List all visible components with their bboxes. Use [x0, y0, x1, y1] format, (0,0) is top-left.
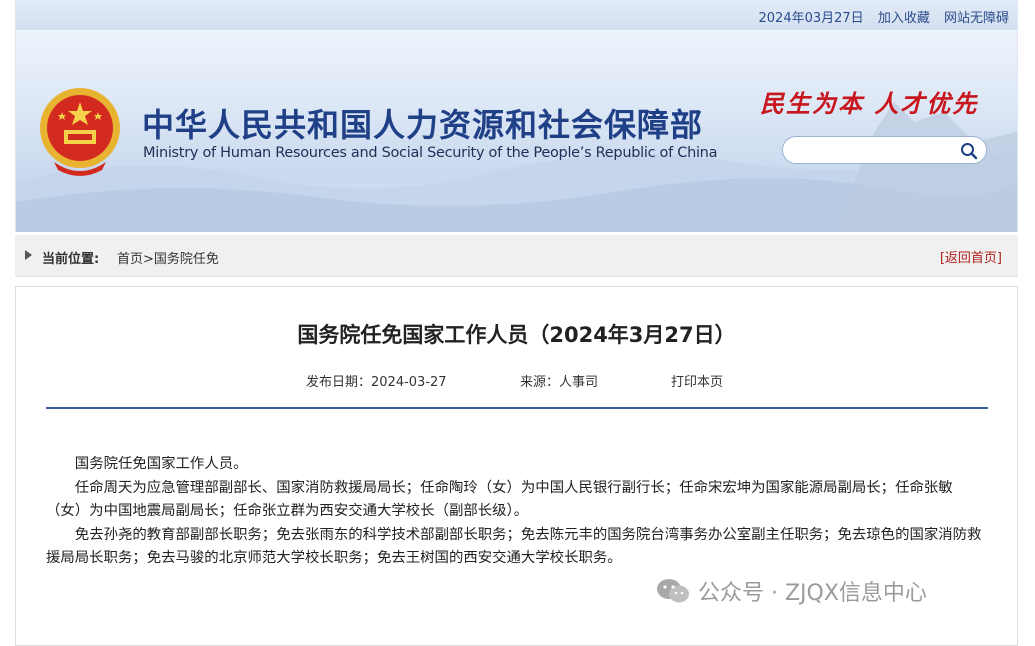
breadcrumb: 当前位置: 首页>国务院任免 [返回首页] — [15, 235, 1018, 277]
wechat-icon — [657, 579, 689, 603]
breadcrumb-home-link[interactable]: 首页 — [117, 252, 143, 267]
watermark: 公众号 · ZJQX信息中心 — [656, 575, 927, 607]
site-header-banner: 2024年03月27日 加入收藏 网站无障碍 中华人民共和国人力资源和社会保障部… — [15, 0, 1018, 232]
search-box — [782, 136, 987, 164]
top-bar: 2024年03月27日 加入收藏 网站无障碍 — [16, 0, 1017, 30]
search-icon[interactable] — [960, 142, 978, 160]
article-source: 来源：人事司 — [520, 375, 599, 390]
article-body: 国务院任免国家工作人员。 任命周天为应急管理部副部长、国家消防救援局局长；任命陶… — [46, 453, 986, 571]
print-page-link[interactable]: 打印本页 — [671, 371, 723, 390]
add-favorite-link[interactable]: 加入收藏 — [878, 11, 930, 26]
breadcrumb-separator: > — [143, 252, 154, 267]
title-divider — [46, 407, 988, 409]
back-home-link[interactable]: [返回首页] — [940, 247, 1002, 266]
site-title-en: Ministry of Human Resources and Social S… — [143, 145, 718, 161]
national-emblem-icon — [40, 88, 120, 176]
search-input[interactable] — [793, 141, 953, 159]
slogan-text: 民生为本 人才优先 — [760, 89, 979, 118]
breadcrumb-path: 首页>国务院任免 — [117, 248, 219, 267]
article-paragraph: 任命周天为应急管理部副部长、国家消防救援局局长；任命陶玲（女）为中国人民银行副行… — [46, 479, 953, 520]
breadcrumb-label: 当前位置: — [42, 252, 100, 267]
article-paragraph: 免去孙尧的教育部副部长职务；免去张雨东的科学技术部副部长职务；免去陈元丰的国务院… — [46, 526, 982, 567]
article-paragraph: 国务院任免国家工作人员。 — [74, 456, 248, 472]
breadcrumb-current-link[interactable]: 国务院任免 — [154, 252, 219, 267]
accessibility-link[interactable]: 网站无障碍 — [944, 11, 1009, 26]
header-date: 2024年03月27日 — [758, 11, 864, 26]
article-title: 国务院任免国家工作人员（2024年3月27日） — [297, 323, 736, 347]
site-title-cn: 中华人民共和国人力资源和社会保障部 — [142, 106, 704, 144]
watermark-text: 公众号 · ZJQX信息中心 — [698, 581, 927, 606]
breadcrumb-arrow-icon — [25, 250, 32, 260]
publish-date: 发布日期：2024-03-27 — [306, 375, 447, 390]
